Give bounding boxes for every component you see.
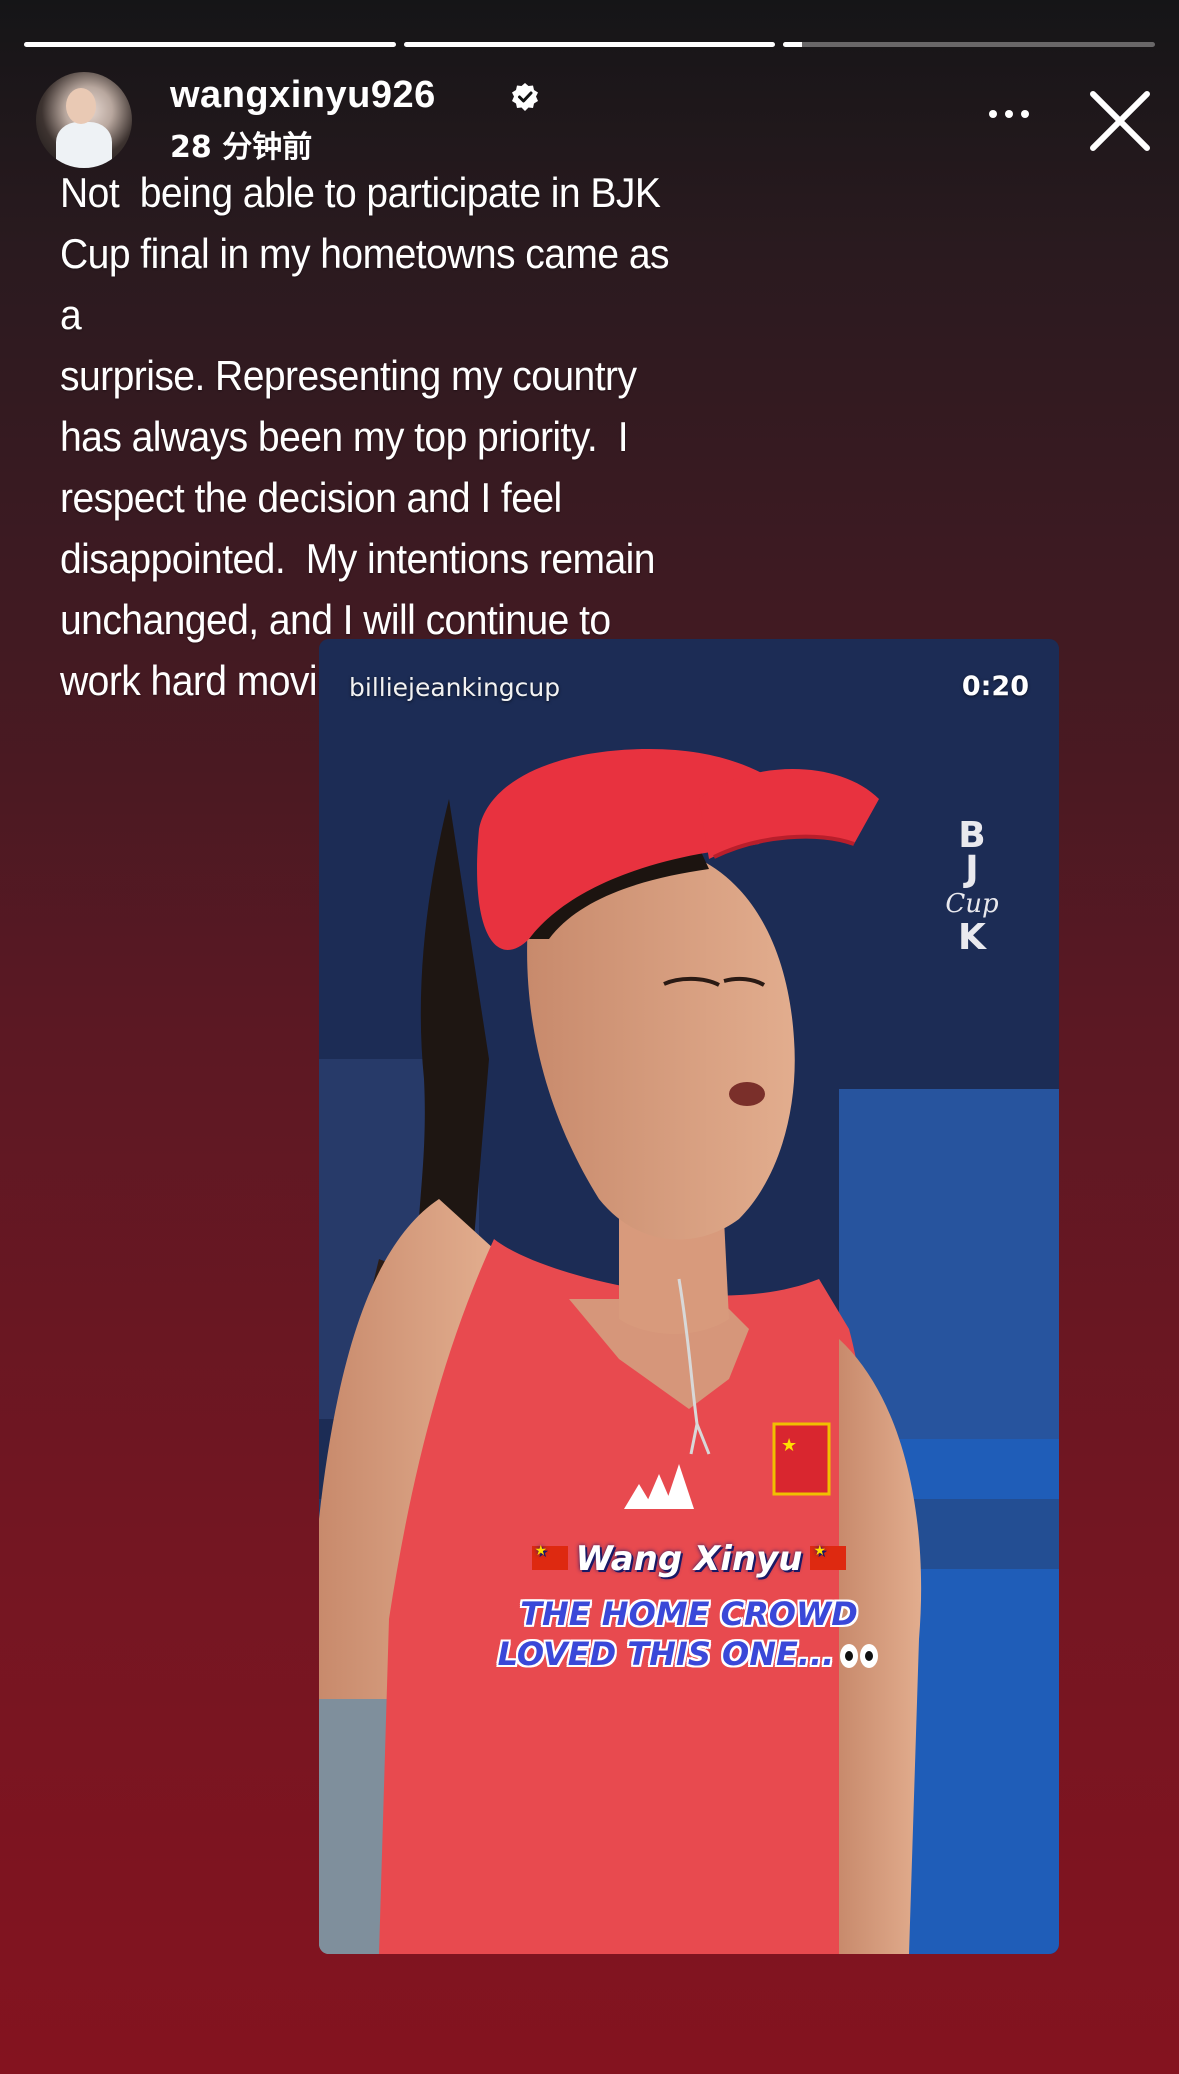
player-name-overlay: Wang Xinyu [319,1539,1059,1579]
close-icon[interactable] [1087,88,1153,154]
tagline-line-2: LOVED THIS ONE... [497,1635,835,1673]
story-progress-fill [403,42,776,47]
timestamp: 28 分钟前 [170,130,313,165]
story-caption: Not being able to participate in BJK Cup… [60,169,670,704]
china-flag-icon [810,1543,847,1570]
story-progress-segment [783,42,1156,47]
video-tagline-overlay: THE HOME CROWD LOVED THIS ONE... [319,1594,1059,1674]
story-progress-fill [24,42,396,47]
more-horizontal-icon-dot [1021,110,1029,118]
eyes-emoji-icon [840,1634,880,1674]
bjk-logo-letter: K [958,917,986,958]
more-options-button[interactable] [979,94,1039,134]
more-horizontal-icon-dot [1005,110,1013,118]
verified-badge-icon [512,83,538,111]
reshared-video[interactable]: ★ billiejeankingcup 0:20 B J Cup K Wang … [319,639,1059,1954]
tagline-line-1: THE HOME CROWD [520,1595,858,1633]
bjk-cup-logo: B J Cup K [937,815,1007,958]
avatar-face [66,88,96,124]
china-flag-icon [531,1543,568,1570]
more-horizontal-icon-dot [989,110,997,118]
player-name-text: Wang Xinyu [575,1539,803,1579]
story-progress-bars [24,42,1156,48]
video-duration: 0:20 [961,671,1029,702]
avatar[interactable] [36,72,132,168]
bjk-logo-script: Cup [945,889,999,919]
story-progress-fill [783,42,802,47]
username[interactable]: wangxinyu926 [170,74,436,117]
story-progress-segment [24,42,396,47]
bjk-logo-letter: J [965,849,979,890]
story-header: wangxinyu926 28 分钟前 [36,70,1159,170]
svg-text:★: ★ [781,1435,797,1456]
bjk-logo-letter: B [958,815,986,856]
story-progress-segment [403,42,776,47]
video-channel-name: billiejeankingcup [349,673,561,702]
